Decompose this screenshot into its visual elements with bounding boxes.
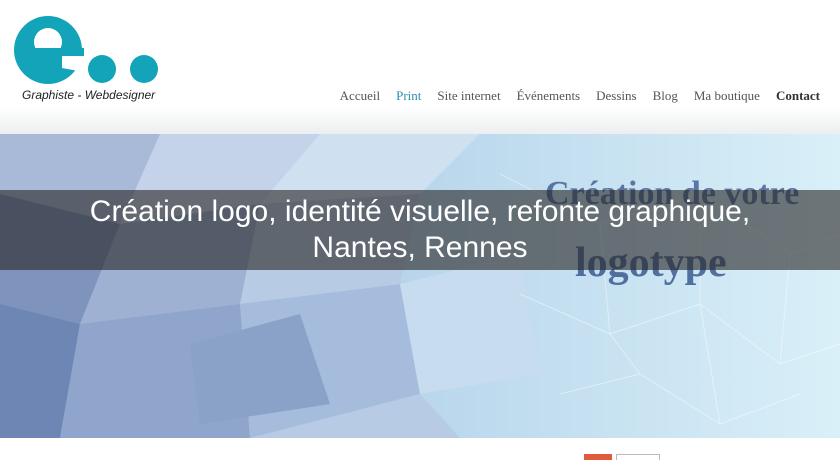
nav-item-blog[interactable]: Blog bbox=[653, 88, 678, 104]
share-button[interactable] bbox=[584, 454, 612, 460]
nav-item-ma-boutique[interactable]: Ma boutique bbox=[694, 88, 760, 104]
share-count-box[interactable] bbox=[616, 454, 660, 460]
logo-dot-1 bbox=[88, 55, 116, 83]
tagline: Graphiste - Webdesigner bbox=[22, 88, 156, 102]
nav-item-evenements[interactable]: Événements bbox=[517, 88, 581, 104]
logo-letter-e bbox=[14, 16, 84, 84]
nav-item-contact[interactable]: Contact bbox=[776, 88, 820, 104]
nav-item-print[interactable]: Print bbox=[396, 88, 421, 104]
content-area bbox=[0, 438, 840, 460]
main-nav: Accueil Print Site internet Événements D… bbox=[340, 88, 820, 104]
site-header: Graphiste - Webdesigner Accueil Print Si… bbox=[0, 0, 840, 134]
nav-item-site-internet[interactable]: Site internet bbox=[437, 88, 500, 104]
logo-dot-2 bbox=[130, 55, 158, 83]
hero-background: Création de votre logotype bbox=[0, 134, 840, 438]
hero-title-line-1: Création logo, identité visuelle, refont… bbox=[89, 195, 751, 228]
nav-item-accueil[interactable]: Accueil bbox=[340, 88, 380, 104]
hero-title: Création logo, identité visuelle, refont… bbox=[0, 194, 840, 266]
hero-banner: Création de votre logotype Création logo… bbox=[0, 134, 840, 438]
nav-item-dessins[interactable]: Dessins bbox=[596, 88, 636, 104]
hero-title-line-2: Nantes, Rennes bbox=[312, 231, 528, 264]
